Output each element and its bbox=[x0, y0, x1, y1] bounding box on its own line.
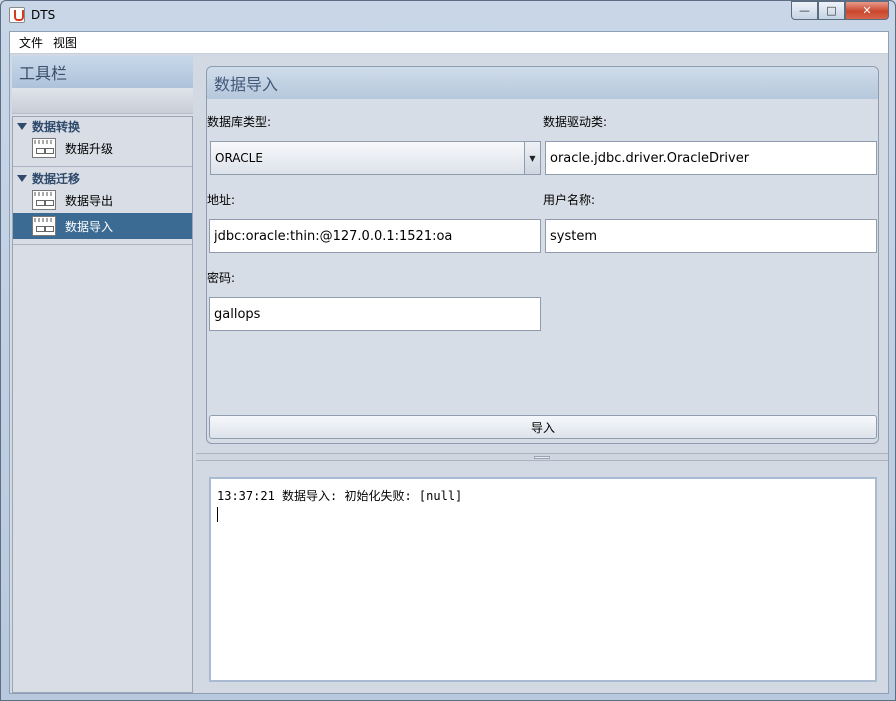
toolbar-spacer bbox=[12, 88, 193, 114]
group-label: 数据迁移 bbox=[32, 171, 81, 186]
window-title: DTS bbox=[31, 8, 56, 22]
window-form-icon bbox=[32, 216, 56, 236]
log-line: 13:37:21 数据导入: 初始化失败: [null] bbox=[217, 489, 463, 503]
window-form-icon bbox=[32, 190, 56, 210]
import-button[interactable]: 导入 bbox=[209, 415, 877, 439]
close-button[interactable]: ✕ bbox=[845, 1, 889, 20]
tree-item-label: 数据导出 bbox=[65, 193, 114, 208]
dropdown-arrow-icon[interactable]: ▼ bbox=[524, 142, 540, 174]
app-window: DTS — □ ✕ 文件 视图 工具栏 数据转换 数据升级 数据迁移 数据导出 … bbox=[0, 0, 896, 701]
title-bar[interactable]: DTS — □ ✕ bbox=[1, 1, 895, 31]
address-label: 地址: bbox=[207, 193, 236, 207]
tree-item-label: 数据升级 bbox=[65, 141, 114, 156]
minimize-button[interactable]: — bbox=[791, 1, 818, 20]
tree-item-data-import[interactable]: 数据导入 bbox=[13, 213, 192, 239]
driver-label: 数据驱动类: bbox=[543, 115, 608, 129]
split-pane-divider[interactable] bbox=[196, 453, 888, 461]
expand-triangle-icon[interactable] bbox=[17, 122, 27, 130]
panel-title: 数据导入 bbox=[207, 67, 878, 99]
toolbar-panel: 工具栏 数据转换 数据升级 数据迁移 数据导出 数据导入 bbox=[12, 56, 193, 693]
splitter-grip-icon[interactable] bbox=[534, 456, 550, 459]
import-panel: 数据导入 数据库类型: ORACLE ▼ 数据驱动类: 地址: 用户名称: 密码… bbox=[206, 66, 879, 444]
address-input[interactable] bbox=[209, 219, 541, 253]
group-divider bbox=[13, 161, 192, 167]
text-caret bbox=[217, 507, 218, 522]
driver-input[interactable] bbox=[545, 141, 877, 175]
content-area: 数据导入 数据库类型: ORACLE ▼ 数据驱动类: 地址: 用户名称: 密码… bbox=[196, 56, 888, 693]
group-data-migration[interactable]: 数据迁移 bbox=[13, 169, 192, 187]
tree-item-data-export[interactable]: 数据导出 bbox=[13, 187, 192, 213]
group-divider bbox=[13, 239, 192, 245]
maximize-button[interactable]: □ bbox=[818, 1, 845, 20]
menu-bar: 文件 视图 bbox=[10, 32, 888, 54]
group-data-conversion[interactable]: 数据转换 bbox=[13, 117, 192, 135]
navigation-tree: 数据转换 数据升级 数据迁移 数据导出 数据导入 bbox=[12, 116, 193, 693]
db-type-label: 数据库类型: bbox=[207, 115, 272, 129]
java-app-icon bbox=[9, 7, 25, 23]
username-input[interactable] bbox=[545, 219, 877, 253]
password-input[interactable] bbox=[209, 297, 541, 331]
window-controls: — □ ✕ bbox=[791, 1, 889, 21]
password-label: 密码: bbox=[207, 271, 236, 285]
db-type-select[interactable]: ORACLE ▼ bbox=[210, 141, 541, 175]
toolbar-title: 工具栏 bbox=[12, 56, 193, 88]
tree-item-label: 数据导入 bbox=[65, 219, 114, 234]
client-area: 文件 视图 工具栏 数据转换 数据升级 数据迁移 数据导出 数据导入 数据导入 … bbox=[9, 31, 889, 694]
group-label: 数据转换 bbox=[32, 119, 81, 134]
tree-item-data-upgrade[interactable]: 数据升级 bbox=[13, 135, 192, 161]
log-output[interactable]: 13:37:21 数据导入: 初始化失败: [null] bbox=[209, 477, 877, 682]
window-form-icon bbox=[32, 138, 56, 158]
menu-view[interactable]: 视图 bbox=[53, 34, 77, 51]
db-type-value: ORACLE bbox=[215, 151, 263, 165]
menu-file[interactable]: 文件 bbox=[19, 34, 43, 51]
expand-triangle-icon[interactable] bbox=[17, 174, 27, 182]
username-label: 用户名称: bbox=[543, 193, 596, 207]
